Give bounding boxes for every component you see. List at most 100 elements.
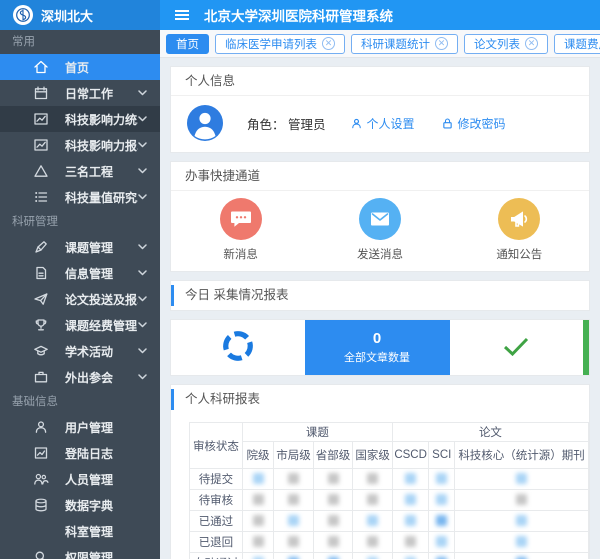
sub-col-header: 科技核心（统计源）期刊: [455, 442, 589, 469]
sidebar-item-three-top-project[interactable]: 三名工程: [0, 158, 160, 184]
blurred-value: [405, 515, 416, 526]
megaphone-icon: [498, 198, 540, 240]
sidebar-item-tech-value-research[interactable]: 科技量值研究...: [0, 184, 160, 210]
stat-card-total-articles[interactable]: 0 全部文章数量: [305, 320, 450, 375]
sidebar-item-daily-work[interactable]: 日常工作: [0, 80, 160, 106]
sidebar-item-user-mgmt[interactable]: 用户管理: [0, 414, 160, 440]
home-icon: [33, 59, 49, 75]
table-cell: [429, 511, 455, 532]
tab-close-icon[interactable]: ✕: [525, 37, 538, 50]
today-report-title: 今日 采集情况报表: [171, 281, 589, 310]
blurred-value: [328, 494, 339, 505]
app-window: 深圳北大 北京大学深圳医院科研管理系统 常用首页日常工作科技影响力统...科技影…: [0, 0, 600, 559]
sidebar-item-personnel-mgmt[interactable]: 人员管理: [0, 466, 160, 492]
tab-close-icon[interactable]: ✕: [435, 37, 448, 50]
sidebar-section-label: 科研管理: [0, 210, 160, 234]
table-cell: [353, 490, 393, 511]
sidebar-item-permission-mgmt[interactable]: 权限管理: [0, 544, 160, 559]
sidebar-item-tech-influence-stats[interactable]: 科技影响力统...: [0, 106, 160, 132]
col-header-review-status: 审核状态: [190, 423, 243, 469]
calendar-icon: [33, 85, 49, 101]
change-password-link[interactable]: 修改密码: [441, 115, 506, 132]
blurred-value: [516, 494, 527, 505]
research-report-panel: 个人科研报表 审核状态课题论文院级市局级省部级国家级CSCDSCI科技核心（统计…: [170, 384, 590, 559]
blurred-value: [288, 536, 299, 547]
table-cell: [392, 511, 429, 532]
sub-col-header: 市局级: [274, 442, 314, 469]
table-cell: [392, 532, 429, 553]
sidebar-item-outgoing-meeting[interactable]: 外出参会: [0, 364, 160, 390]
sidebar-item-label: 课题经费管理: [65, 317, 138, 334]
today-report-header-card: 今日 采集情况报表: [170, 280, 590, 311]
blurred-value: [288, 515, 299, 526]
sidebar-item-academic-activity[interactable]: 学术活动: [0, 338, 160, 364]
channel-label: 发送消息: [357, 246, 403, 262]
sidebar-item-label: 人员管理: [65, 471, 160, 488]
table-cell: [313, 469, 353, 490]
sidebar-item-label: 日常工作: [65, 85, 138, 102]
panel-title: 今日 采集情况报表: [185, 288, 288, 302]
table-cell: [274, 490, 314, 511]
role-value: 管理员: [288, 118, 326, 132]
sidebar-section-label: 基础信息: [0, 390, 160, 414]
sidebar-item-data-dictionary[interactable]: 数据字典: [0, 492, 160, 518]
blurred-value: [436, 494, 447, 505]
table-cell: [274, 469, 314, 490]
quick-channels-title: 办事快捷通道: [171, 162, 589, 191]
table-row: 已通过: [190, 511, 589, 532]
sidebar-item-department-mgmt[interactable]: 科室管理: [0, 518, 160, 544]
blurred-value: [436, 536, 447, 547]
table-row: 待提交: [190, 469, 589, 490]
sidebar-item-label: 科技量值研究...: [65, 189, 138, 206]
tab-paper-list[interactable]: 论文列表✕: [464, 34, 548, 54]
table-cell: [274, 511, 314, 532]
table-cell: [353, 532, 393, 553]
table-cell: [353, 511, 393, 532]
sidebar-item-home[interactable]: 首页: [0, 54, 160, 80]
user-icon: [33, 419, 49, 435]
personal-info-body: 角色： 管理员 个人设置 修改密码: [171, 96, 589, 152]
table-row: 已退回: [190, 532, 589, 553]
sidebar-item-paper-submission[interactable]: 论文投送及报...: [0, 286, 160, 312]
content-area: 首页临床医学申请列表✕科研课题统计✕论文列表✕课题费用报表✕用户列表✕ 个人信息…: [160, 30, 600, 559]
sidebar-item-label: 信息管理: [65, 265, 138, 282]
hamburger-icon[interactable]: [174, 9, 190, 21]
tab-project-fee-report[interactable]: 课题费用报表✕: [554, 34, 600, 54]
research-report-table: 审核状态课题论文院级市局级省部级国家级CSCDSCI科技核心（统计源）期刊待提交…: [189, 422, 589, 559]
channel-new-message[interactable]: 新消息: [171, 198, 310, 262]
sidebar-item-project-funds[interactable]: 课题经费管理: [0, 312, 160, 338]
tab-close-icon[interactable]: ✕: [322, 37, 335, 50]
sidebar-item-login-log[interactable]: 登陆日志: [0, 440, 160, 466]
blurred-value: [405, 494, 416, 505]
tab-label: 首页: [176, 36, 199, 52]
channel-label: 新消息: [223, 246, 258, 262]
lock-icon: [441, 117, 454, 130]
stat-green-bar: [583, 320, 589, 375]
row-label: 待提交: [190, 469, 243, 490]
sub-col-header: SCI: [429, 442, 455, 469]
channel-notice[interactable]: 通知公告: [450, 198, 589, 262]
list-icon: [33, 189, 49, 205]
personal-links: 个人设置 修改密码: [350, 115, 506, 132]
tab-research-project-stats[interactable]: 科研课题统计✕: [351, 34, 458, 54]
avatar: [187, 105, 223, 141]
table-cell: [455, 469, 589, 490]
sidebar-item-info-mgmt[interactable]: 信息管理: [0, 260, 160, 286]
tab-clinical-apply-list[interactable]: 临床医学申请列表✕: [215, 34, 345, 54]
app-title: 北京大学深圳医院科研管理系统: [204, 5, 393, 25]
sidebar-item-label: 数据字典: [65, 497, 160, 514]
logo: 深圳北大: [0, 0, 160, 30]
role-label: 角色：: [247, 118, 285, 132]
pen-icon: [33, 239, 49, 255]
personal-settings-link[interactable]: 个人设置: [350, 115, 415, 132]
channel-send-message[interactable]: 发送消息: [310, 198, 449, 262]
tab-home[interactable]: 首页: [166, 34, 209, 54]
sidebar-item-tech-influence-report[interactable]: 科技影响力报...: [0, 132, 160, 158]
check-cell: [450, 320, 584, 375]
sidebar-item-project-mgmt[interactable]: 课题管理: [0, 234, 160, 260]
sidebar-item-label: 论文投送及报...: [65, 291, 138, 308]
blurred-value: [253, 473, 264, 484]
blurred-value: [405, 473, 416, 484]
blurred-value: [436, 515, 447, 526]
table-cell: [429, 553, 455, 559]
